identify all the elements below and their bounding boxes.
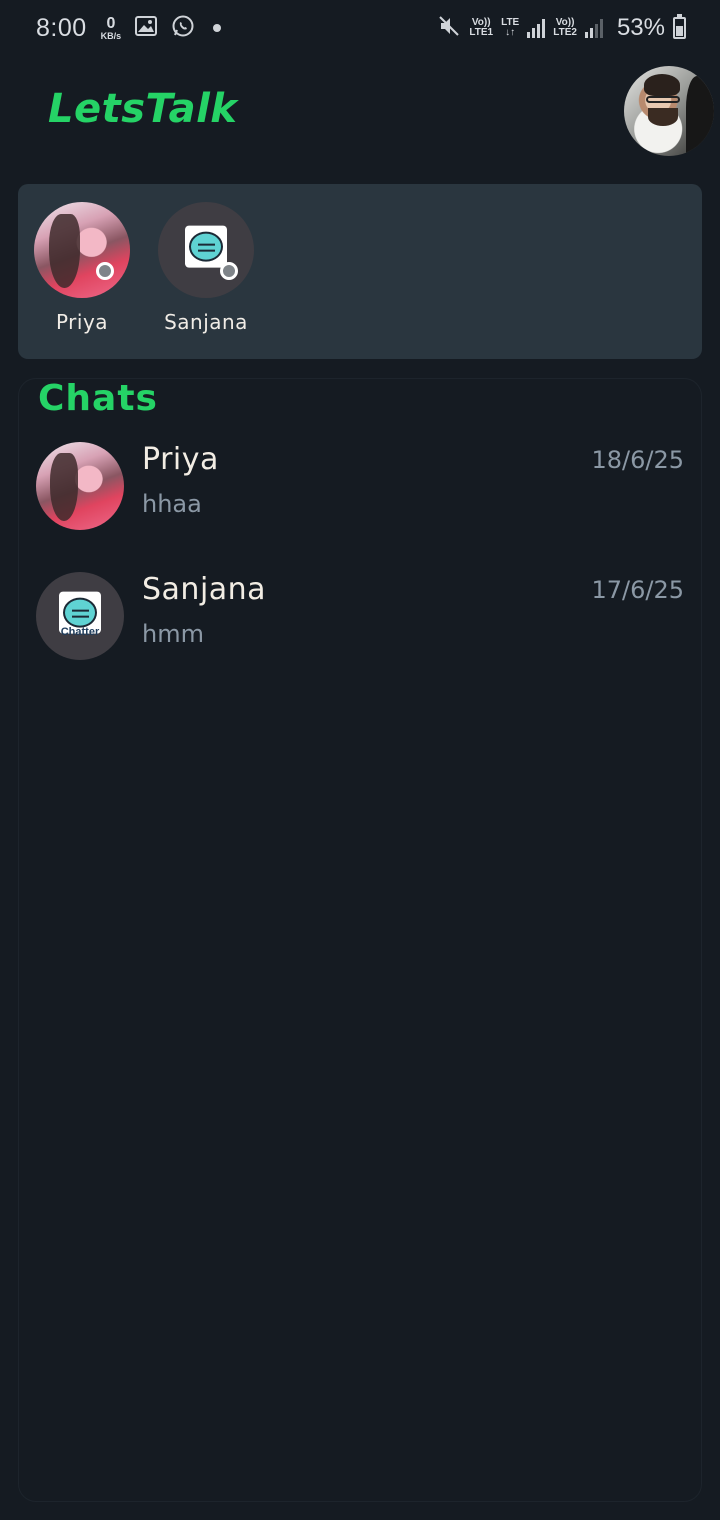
clock: 8:00	[36, 13, 87, 42]
story-name: Sanjana	[164, 310, 248, 334]
status-dot-icon	[220, 262, 238, 280]
chat-name: Priya	[142, 442, 219, 477]
chat-row-priya[interactable]: Priya hhaa 18/6/25	[36, 442, 684, 532]
story-avatar[interactable]	[158, 202, 254, 298]
chat-avatar[interactable]: Chatter	[36, 572, 124, 660]
status-dot-icon	[96, 262, 114, 280]
gallery-icon	[135, 15, 158, 41]
chat-last-message: hhaa	[142, 490, 202, 518]
story-item-sanjana[interactable]: Sanjana	[156, 202, 256, 334]
chats-title: Chats	[38, 378, 158, 419]
app-title: LetsTalk	[48, 86, 238, 132]
story-name: Priya	[55, 310, 109, 334]
chat-avatar[interactable]	[36, 442, 124, 530]
signal-2-icon	[584, 18, 603, 38]
chat-bubble-icon	[185, 225, 227, 268]
chat-name: Sanjana	[142, 572, 267, 607]
chats-card	[18, 378, 702, 1502]
data-speed-unit: KB/s	[100, 30, 122, 41]
story-avatar[interactable]	[34, 202, 130, 298]
whatsapp-icon	[171, 14, 195, 43]
chat-date: 18/6/25	[591, 446, 684, 474]
battery-icon	[673, 14, 686, 39]
data-speed: 0 KB/s	[100, 14, 122, 41]
signal-icon	[527, 18, 546, 38]
mute-icon	[437, 14, 461, 43]
sim2-label-bottom: LTE2	[553, 27, 577, 38]
status-bar: 8:00 0 KB/s Vo)) LTE1 LTE ↓↑ Vo)) LTE2 5…	[0, 0, 720, 56]
chat-last-message: hmm	[142, 620, 204, 648]
status-bar-left: 8:00 0 KB/s	[36, 13, 222, 43]
lte-arrows: ↓↑	[505, 27, 516, 38]
sim1-label-bottom: LTE1	[469, 27, 494, 38]
profile-avatar[interactable]	[624, 66, 714, 156]
status-panel: Priya Sanjana	[18, 184, 702, 359]
sim1-label: Vo)) LTE1	[469, 17, 494, 39]
data-speed-value: 0	[106, 14, 116, 32]
chat-date: 17/6/25	[591, 576, 684, 604]
notification-dot-icon	[213, 24, 222, 32]
story-item-priya[interactable]: Priya	[32, 202, 132, 334]
battery-percent: 53%	[616, 14, 665, 41]
sim2-label: Vo)) LTE2	[553, 17, 577, 39]
chat-row-sanjana[interactable]: Chatter Sanjana hmm 17/6/25	[36, 572, 684, 662]
status-bar-right: Vo)) LTE1 LTE ↓↑ Vo)) LTE2 53%	[437, 14, 686, 43]
lte-label: LTE ↓↑	[501, 17, 519, 39]
chatter-logo-text: Chatter	[60, 625, 100, 638]
